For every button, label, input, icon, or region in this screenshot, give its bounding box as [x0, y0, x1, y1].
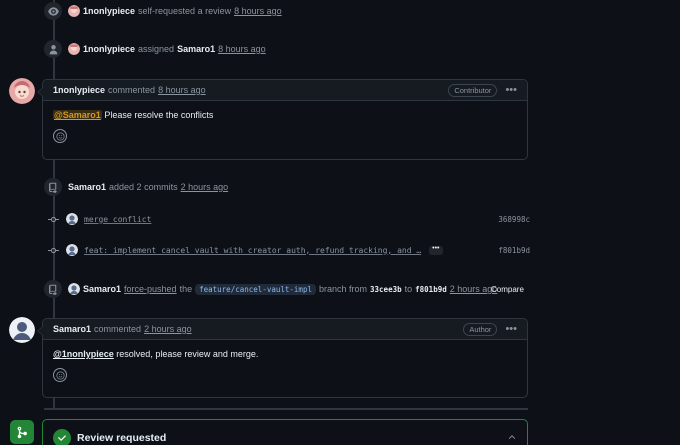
add-reaction-button[interactable] — [53, 368, 67, 382]
user-mention[interactable]: @1nonlypiece — [53, 349, 114, 359]
timeline-divider — [44, 408, 528, 410]
expand-commit-button[interactable]: ••• — [429, 245, 443, 255]
event-target-user[interactable]: Samaro1 — [177, 44, 215, 54]
event-action: assigned — [138, 44, 175, 54]
comment-card: 1nonlypiece commented 8 hours ago Contri… — [37, 79, 528, 160]
comment-author[interactable]: 1nonlypiece — [53, 85, 105, 95]
smiley-icon — [55, 370, 65, 380]
add-reaction-button[interactable] — [53, 129, 67, 143]
repo-push-icon — [44, 178, 62, 196]
comment-verb: commented — [108, 85, 156, 95]
commit-sha-link[interactable]: f801b9d — [498, 246, 530, 255]
avatar[interactable] — [68, 43, 80, 55]
from-sha-link[interactable]: 33cee3b — [370, 285, 402, 294]
compare-button[interactable]: Compare — [491, 285, 524, 294]
timeline-event-assigned: 1nonlypiece assigned Samaro1 8 hours ago — [44, 39, 634, 59]
avatar-commenter[interactable] — [9, 78, 35, 104]
timeline-line — [53, 398, 55, 408]
comment-verb: commented — [94, 324, 142, 334]
repo-push-icon — [44, 280, 62, 298]
comment-header: 1nonlypiece commented 8 hours ago Contri… — [43, 80, 527, 101]
merge-status-box: Review requested — [42, 419, 528, 445]
eye-icon — [44, 2, 62, 20]
avatar[interactable] — [66, 213, 78, 225]
git-commit-icon — [44, 214, 62, 225]
event-action-link[interactable]: force-pushed — [124, 284, 177, 294]
check-icon — [53, 429, 71, 445]
comment-body: @1nonlypiece resolved, please review and… — [43, 340, 527, 388]
role-badge: Author — [463, 322, 498, 336]
commit-message-link[interactable]: feat: implement cancel_vault with creato… — [84, 246, 421, 255]
avatar[interactable] — [68, 5, 80, 17]
comment-time[interactable]: 2 hours ago — [144, 324, 192, 334]
event-user[interactable]: Samaro1 — [83, 284, 121, 294]
event-text: branch from — [318, 284, 368, 294]
comment-card: Samaro1 commented 2 hours ago Author •••… — [37, 318, 528, 398]
commit-row: feat: implement cancel_vault with creato… — [44, 242, 530, 258]
kebab-menu-icon[interactable]: ••• — [505, 84, 517, 96]
timeline-event-force-push: Samaro1 force-pushed the feature/cancel-… — [44, 279, 634, 299]
comment-time[interactable]: 8 hours ago — [158, 85, 206, 95]
comment-header: Samaro1 commented 2 hours ago Author ••• — [43, 319, 527, 340]
event-time[interactable]: 8 hours ago — [218, 44, 266, 54]
event-text: to — [404, 284, 413, 294]
timeline-event-review-requested: 1nonlypiece self-requested a review 8 ho… — [44, 1, 634, 21]
comment-body: @Samaro1 Please resolve the conflicts — [43, 101, 527, 149]
avatar-commenter[interactable] — [9, 317, 35, 343]
comment-text: Please resolve the conflicts — [101, 110, 214, 120]
event-action: self-requested a review — [138, 6, 232, 16]
timeline-event-commits-added: Samaro1 added 2 commits 2 hours ago — [44, 177, 634, 197]
commit-message-link[interactable]: merge conflict — [84, 215, 151, 224]
event-time[interactable]: 8 hours ago — [234, 6, 282, 16]
smiley-icon — [55, 131, 65, 141]
role-badge: Contributor — [448, 83, 498, 97]
avatar[interactable] — [68, 283, 80, 295]
avatar[interactable] — [66, 244, 78, 256]
branch-name-link[interactable]: feature/cancel-vault-impl — [195, 283, 316, 295]
git-commit-icon — [44, 245, 62, 256]
commit-row: merge conflict 368998c — [44, 211, 530, 227]
comment-author[interactable]: Samaro1 — [53, 324, 91, 334]
person-icon — [44, 40, 62, 58]
event-text: the — [179, 284, 193, 294]
event-time[interactable]: 2 hours ago — [181, 182, 229, 192]
event-user[interactable]: Samaro1 — [68, 182, 106, 192]
event-action: added 2 commits — [109, 182, 178, 192]
event-user[interactable]: 1nonlypiece — [83, 44, 135, 54]
kebab-menu-icon[interactable]: ••• — [505, 323, 517, 335]
event-user[interactable]: 1nonlypiece — [83, 6, 135, 16]
commit-sha-link[interactable]: 368998c — [498, 215, 530, 224]
review-status-title: Review requested — [77, 432, 167, 444]
to-sha-link[interactable]: f801b9d — [415, 285, 447, 294]
user-mention[interactable]: @Samaro1 — [53, 110, 102, 120]
chevron-up-icon[interactable] — [507, 432, 517, 444]
comment-text: resolved, please review and merge. — [113, 349, 259, 359]
git-merge-icon — [10, 420, 34, 444]
